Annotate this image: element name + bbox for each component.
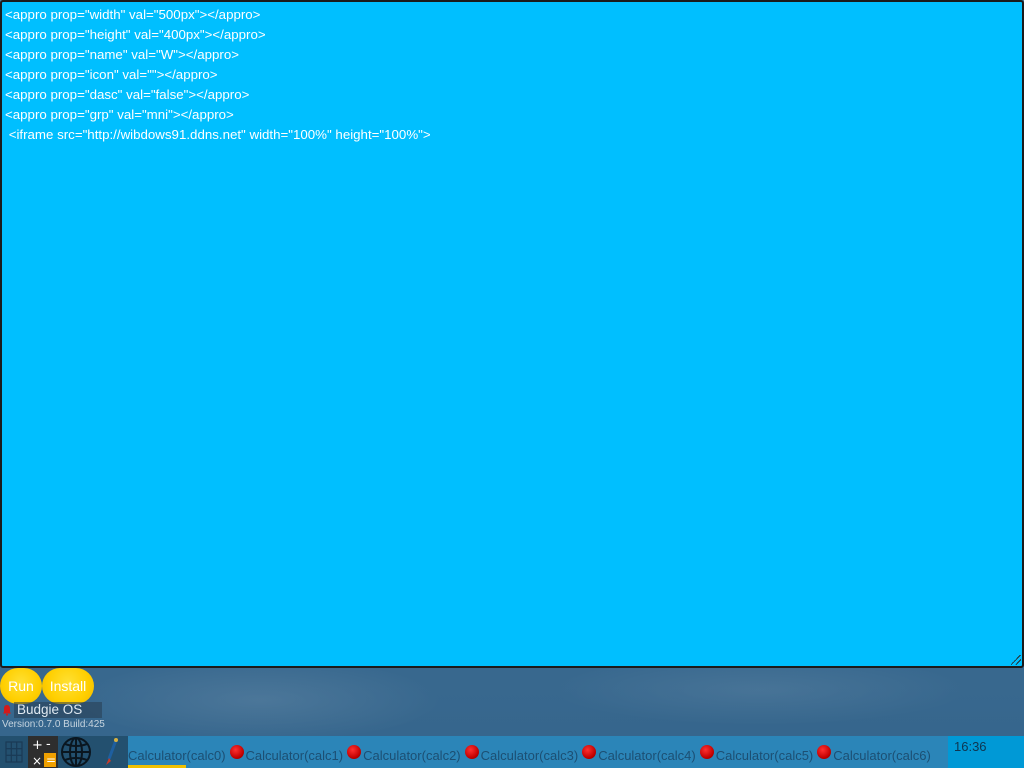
- globe-icon[interactable]: [58, 736, 94, 768]
- brush-icon[interactable]: [94, 736, 128, 768]
- task-label: Calculator(calc2): [363, 747, 461, 763]
- taskbar: + - × = Calculator(calc0) Calculator(cal…: [0, 736, 1024, 768]
- svg-text:-: -: [46, 737, 51, 752]
- os-name-row: Budgie OS: [2, 702, 105, 718]
- code-line[interactable]: <appro prop="icon" val=""></appro>: [2, 65, 1022, 85]
- svg-text:=: =: [46, 753, 56, 767]
- code-line[interactable]: <appro prop="width" val="500px"></appro>: [2, 5, 1022, 25]
- task-item[interactable]: Calculator(calc6): [833, 736, 931, 768]
- os-name: Budgie OS: [14, 702, 103, 718]
- close-icon[interactable]: [582, 745, 597, 759]
- task-item[interactable]: Calculator(calc3): [481, 736, 599, 768]
- os-info: Budgie OS Version:0.7.0 Build:425: [2, 702, 105, 731]
- code-line[interactable]: <appro prop="height" val="400px"></appro…: [2, 25, 1022, 45]
- bell-icon: [3, 705, 11, 716]
- os-version: Version:0.7.0 Build:425: [2, 719, 105, 730]
- code-line[interactable]: <appro prop="dasc" val="false"></appro>: [2, 85, 1022, 105]
- task-label: Calculator(calc1): [245, 747, 344, 763]
- close-icon[interactable]: [817, 745, 832, 759]
- task-label: Calculator(calc0): [128, 747, 226, 763]
- close-icon[interactable]: [347, 745, 362, 759]
- grid-icon[interactable]: [0, 736, 28, 768]
- code-line[interactable]: <appro prop="grp" val="mni"></appro>: [2, 105, 1022, 125]
- task-label: Calculator(calc6): [833, 747, 931, 763]
- task-item[interactable]: Calculator(calc1): [246, 736, 364, 768]
- code-line[interactable]: <iframe src="http://wibdows91.ddns.net" …: [2, 125, 1022, 145]
- close-icon[interactable]: [464, 745, 479, 759]
- resize-grip-icon[interactable]: [1011, 655, 1021, 665]
- task-item[interactable]: Calculator(calc0): [128, 736, 246, 768]
- code-editor[interactable]: <appro prop="width" val="500px"></appro>…: [0, 0, 1024, 668]
- close-icon[interactable]: [229, 745, 244, 759]
- calculator-icon[interactable]: + - × =: [28, 736, 58, 768]
- task-item[interactable]: Calculator(calc2): [363, 736, 481, 768]
- svg-text:+: +: [32, 738, 43, 753]
- code-line[interactable]: <appro prop="name" val="W"></appro>: [2, 45, 1022, 65]
- task-item[interactable]: Calculator(calc5): [716, 736, 834, 768]
- task-label: Calculator(calc4): [598, 747, 696, 763]
- task-list: Calculator(calc0) Calculator(calc1) Calc…: [128, 736, 948, 768]
- svg-text:×: ×: [32, 754, 42, 768]
- close-icon[interactable]: [699, 745, 714, 759]
- run-button[interactable]: Run: [0, 668, 42, 704]
- task-item[interactable]: Calculator(calc4): [598, 736, 716, 768]
- install-button[interactable]: Install: [42, 668, 94, 704]
- task-label: Calculator(calc3): [480, 747, 579, 763]
- task-label: Calculator(calc5): [715, 747, 814, 763]
- clock: 16:36: [948, 736, 1024, 768]
